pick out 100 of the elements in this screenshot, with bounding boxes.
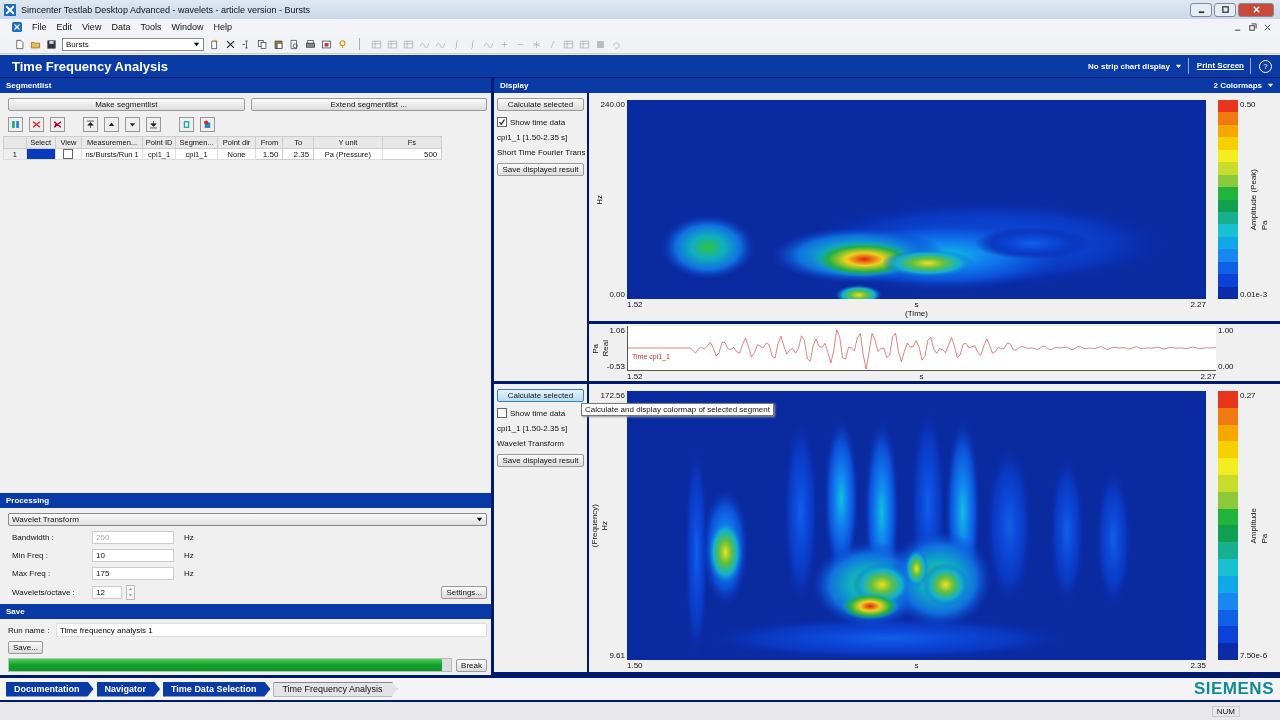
tick-label: 2.27 — [1190, 300, 1206, 309]
move-top-icon — [85, 119, 96, 130]
app-logo-icon[interactable] — [12, 22, 22, 32]
breadcrumb-tab[interactable]: Documentation — [6, 681, 94, 697]
link-button[interactable] — [8, 117, 23, 132]
axis-title: Amplitude (Peak) — [1249, 168, 1258, 231]
caret-icon — [1174, 62, 1182, 70]
move-bottom-button[interactable] — [146, 117, 161, 132]
settings-button[interactable]: Settings... — [441, 586, 487, 599]
table-cell: 2.35 — [282, 148, 314, 160]
move-up-button[interactable] — [104, 117, 119, 132]
tick-label: 9.61 — [609, 651, 625, 660]
break-button[interactable]: Break — [456, 658, 487, 672]
tick-label: 0.00 — [1218, 362, 1234, 371]
delete-all-button[interactable] — [50, 117, 65, 132]
unit-label: Hz — [183, 569, 194, 578]
company-logo: SIEMENS — [1193, 679, 1275, 699]
breadcrumb-tab[interactable]: Time Data Selection — [163, 681, 271, 697]
tick-label: 2.27 — [1200, 372, 1216, 381]
field-label: Run name : — [8, 625, 51, 635]
tick-label: 2.35 — [1190, 661, 1206, 670]
menu-item[interactable]: View — [82, 22, 102, 32]
menu-item[interactable]: Tools — [140, 22, 162, 32]
segmentlist-button[interactable]: Make segmentlist — [8, 98, 245, 111]
select-cell[interactable] — [26, 149, 55, 159]
section-header: Segmentlist — [0, 78, 491, 93]
tick-label: 172.56 — [600, 391, 625, 400]
close-icon[interactable] — [1263, 22, 1272, 32]
chart-window-icon[interactable] — [321, 38, 332, 50]
tick-label: 1.52 — [627, 300, 643, 309]
method-dropdown[interactable]: Wavelet Transform — [8, 513, 487, 526]
menu-item[interactable]: File — [32, 22, 47, 32]
unit-label: Hz — [183, 551, 194, 560]
menu-item[interactable]: Help — [213, 22, 232, 32]
calculate-button[interactable]: Calculate selected — [497, 98, 584, 111]
method-label: Short Time Fourier Trans — [497, 148, 584, 157]
close-button[interactable] — [1238, 2, 1274, 17]
text-field[interactable]: 10 — [92, 549, 174, 562]
method-label: Wavelet Transform — [497, 439, 565, 448]
help-icon[interactable] — [337, 38, 348, 50]
print-preview-icon[interactable] — [289, 38, 300, 50]
restore-icon[interactable] — [1248, 22, 1257, 32]
table-cell: 500 — [382, 148, 442, 160]
axis-title: Pa — [1260, 219, 1269, 231]
new-file-icon[interactable] — [14, 38, 25, 50]
axis-title: Pa — [1260, 532, 1269, 544]
run-name-field[interactable]: Time frequency analysis 1 — [56, 623, 487, 637]
calculate-button[interactable]: Calculate selected — [497, 389, 584, 402]
tick-label: 7.50e-6 — [1240, 651, 1269, 660]
printer-icon[interactable] — [305, 38, 316, 50]
block-icon — [181, 119, 192, 130]
add-document-icon[interactable] — [209, 38, 220, 50]
tick-label: 1.06 — [609, 326, 625, 335]
strip-chart-dropdown[interactable]: No strip chart display — [1088, 58, 1189, 74]
delete-all-icon — [52, 119, 63, 130]
move-top-button[interactable] — [83, 117, 98, 132]
move-bottom-icon — [148, 119, 159, 130]
segment-label: cpi1_1 [1.50-2.35 s] — [497, 424, 569, 433]
menu-item[interactable]: Data — [111, 22, 131, 32]
number-field[interactable]: 12 — [92, 586, 122, 599]
move-down-button[interactable] — [125, 117, 140, 132]
floppy-icon[interactable] — [46, 38, 57, 50]
tick-label: 1.50 — [627, 661, 643, 670]
color-button[interactable] — [200, 117, 215, 132]
caret-icon — [193, 40, 200, 48]
copy-icon[interactable] — [257, 38, 268, 50]
axis-title: Real — [600, 340, 610, 357]
spinner-arrows-icon[interactable] — [126, 585, 135, 600]
colormaps-dropdown[interactable]: 2 Colormaps — [1213, 81, 1274, 90]
paste-icon[interactable] — [273, 38, 284, 50]
menu-item[interactable]: Window — [171, 22, 204, 32]
close-icon — [1251, 5, 1261, 14]
save-result-button[interactable]: Save displayed result — [497, 454, 584, 467]
segment-label: cpi1_1 [1.50-2.35 s] — [497, 133, 569, 142]
dataset-dropdown[interactable]: Bursts — [62, 37, 204, 51]
field-label: Min Freq : — [11, 551, 49, 560]
section-header: Display — [500, 81, 529, 90]
table-cell: 1.50 — [256, 148, 283, 160]
view-checkbox[interactable] — [63, 149, 74, 159]
minimize-button[interactable] — [1190, 2, 1212, 17]
show-time-checkbox[interactable] — [497, 117, 507, 127]
delete-button[interactable] — [29, 117, 44, 132]
print-screen-link[interactable]: Print Screen — [1196, 58, 1251, 74]
caret-icon — [476, 516, 483, 523]
maximize-button[interactable] — [1214, 2, 1236, 17]
save-button[interactable]: Save... — [8, 641, 43, 654]
breadcrumb-tab[interactable]: Time Frequency Analysis — [273, 681, 398, 697]
axis-title: s — [919, 372, 924, 381]
close-icon[interactable] — [225, 38, 236, 50]
show-time-checkbox[interactable] — [497, 408, 507, 418]
checkbox-label[interactable]: Show time data — [510, 117, 566, 127]
axis-title: Hz — [594, 194, 604, 205]
text-field[interactable]: 175 — [92, 567, 174, 580]
menu-item[interactable]: Edit — [56, 22, 73, 32]
add-button[interactable] — [179, 117, 194, 132]
segmentlist-button[interactable]: Extend segmentlist ... — [250, 98, 487, 111]
app-logo-icon — [4, 3, 16, 16]
breadcrumb-tab[interactable]: Navigator — [96, 681, 161, 697]
save-result-button[interactable]: Save displayed result — [497, 163, 584, 176]
checkbox-label[interactable]: Show time data — [510, 408, 566, 418]
